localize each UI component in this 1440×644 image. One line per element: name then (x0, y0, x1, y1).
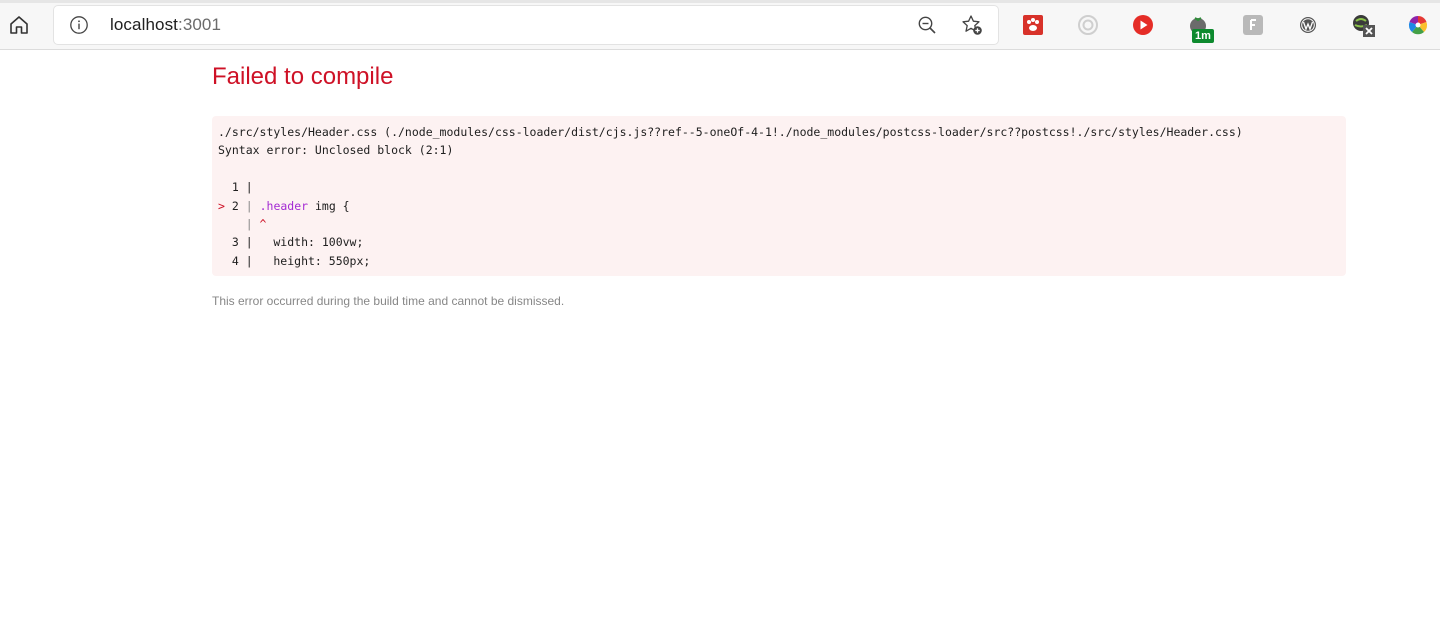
extension-target-icon[interactable] (1076, 13, 1100, 37)
code-caret-text: | ^ (218, 216, 267, 231)
info-icon[interactable] (68, 14, 90, 36)
error-code-block: ./src/styles/Header.css (./node_modules/… (212, 116, 1346, 276)
extension-wordpress-icon[interactable] (1296, 13, 1320, 37)
window-top-border (0, 0, 1440, 3)
error-line-marker: > (218, 198, 225, 213)
syntax-error-message: Syntax error: Unclosed block (2:1) (218, 143, 454, 158)
code-caret-line: | ^ (218, 215, 1340, 233)
error-footer-note: This error occurred during the build tim… (212, 294, 565, 308)
url-port: :3001 (178, 15, 222, 34)
address-bar[interactable]: localhost:3001 (54, 6, 998, 44)
code-line-3: 3 | width: 100vw; (218, 235, 364, 250)
url-host: localhost (110, 15, 178, 34)
browser-toolbar: localhost:3001 1m (0, 0, 1440, 50)
zoom-out-icon[interactable] (916, 14, 938, 36)
extension-globe-close-icon[interactable] (1351, 13, 1375, 37)
add-favorite-icon[interactable] (960, 13, 984, 37)
extension-color-wheel-icon[interactable] (1406, 13, 1430, 37)
extension-play-icon[interactable] (1131, 13, 1155, 37)
extension-f-icon[interactable] (1241, 13, 1265, 37)
timer-badge: 1m (1192, 29, 1214, 43)
code-line-1: 1 | (218, 180, 253, 195)
error-title: Failed to compile (212, 63, 394, 90)
code-line-4: 4 | height: 550px; (218, 253, 371, 268)
extension-paw-icon[interactable] (1021, 13, 1045, 37)
code-line-2-text: 2 | .header img { (224, 198, 350, 213)
code-line-2: > 2 | .header img { (218, 197, 1340, 215)
home-button[interactable] (6, 12, 32, 38)
error-file-path: ./src/styles/Header.css (./node_modules/… (218, 125, 1243, 139)
home-icon (10, 16, 28, 34)
url-text[interactable]: localhost:3001 (110, 15, 221, 35)
